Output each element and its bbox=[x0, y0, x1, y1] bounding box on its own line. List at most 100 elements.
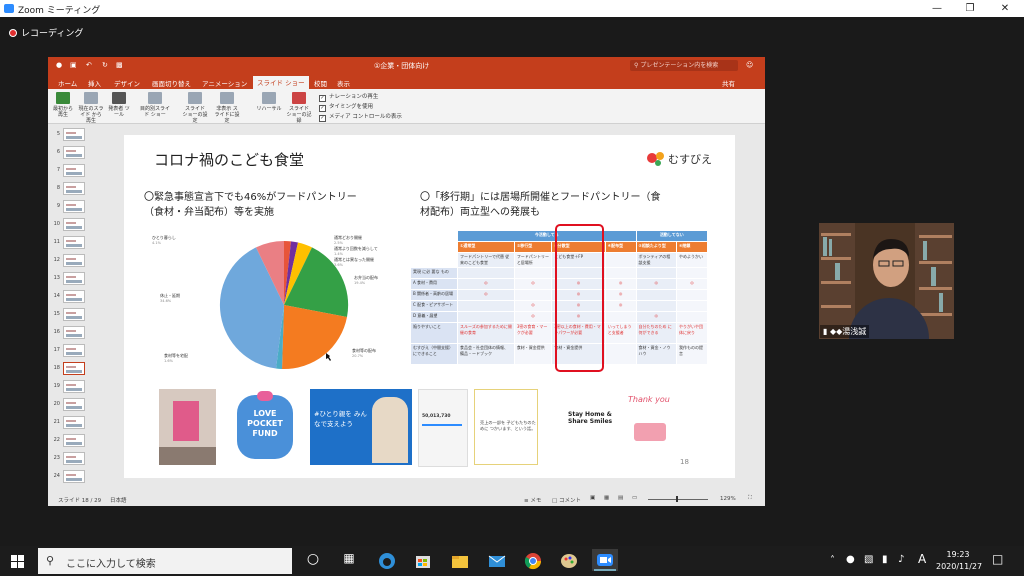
normal-view-icon[interactable]: ▣ bbox=[590, 495, 595, 501]
table-col-header: ②移行型 bbox=[513, 241, 553, 253]
slideshow-view-icon[interactable]: ▭ bbox=[632, 495, 637, 501]
microphone-icon[interactable]: ● bbox=[846, 554, 855, 565]
zoom-taskbar-icon[interactable] bbox=[592, 549, 618, 571]
slide-thumbnail[interactable]: 11 bbox=[52, 236, 86, 250]
slide-thumbnail[interactable]: 17 bbox=[52, 344, 86, 358]
table-col-sub: フードパントリーと居場所 bbox=[513, 252, 553, 268]
slide-thumbnail[interactable]: 9 bbox=[52, 200, 86, 214]
rehearse-button[interactable]: リハーサル bbox=[256, 92, 282, 112]
slide-thumbnail[interactable]: 12 bbox=[52, 254, 86, 268]
participant-video[interactable] bbox=[819, 223, 954, 339]
tray-chevron-icon[interactable]: ˄ bbox=[830, 555, 835, 566]
thumbnail-number: 20 bbox=[53, 401, 60, 407]
slide-thumbnail[interactable]: 10 bbox=[52, 218, 86, 232]
tab-review[interactable]: 校閲 bbox=[310, 77, 331, 89]
minimize-button[interactable]: — bbox=[925, 1, 949, 16]
tab-view[interactable]: 表示 bbox=[333, 77, 354, 89]
right-heading-line1: 〇「移行期」には居場所開催とフードパントリー（食 bbox=[420, 192, 661, 203]
table-col-sub bbox=[604, 252, 637, 268]
ppt-search-box[interactable]: ⚲ プレゼンテーション内を検索 bbox=[630, 60, 738, 71]
save-icon[interactable]: ▣ bbox=[70, 61, 77, 69]
thumbnail-preview bbox=[63, 326, 85, 339]
undo-icon[interactable]: ↶ bbox=[86, 61, 92, 69]
reading-view-icon[interactable]: ▤ bbox=[618, 495, 623, 501]
play-from-start-button[interactable]: 最初から 再生 bbox=[50, 92, 76, 118]
cortana-icon[interactable]: ○ bbox=[302, 551, 324, 571]
poster-frame bbox=[173, 401, 199, 441]
table-cell: ◎ bbox=[457, 278, 515, 290]
slide-thumbnail[interactable]: 19 bbox=[52, 380, 86, 394]
redo-icon[interactable]: ↻ bbox=[102, 61, 108, 69]
timings-checkbox[interactable]: ✓ タイミングを使用 bbox=[319, 102, 373, 112]
pie-label: 通常どおり開催 2.5% bbox=[334, 235, 362, 245]
battery-icon[interactable]: ▮ bbox=[882, 554, 888, 565]
zoom-slider-thumb[interactable] bbox=[676, 496, 678, 502]
tab-transitions[interactable]: 画面切り替え bbox=[148, 77, 195, 89]
fit-slide-icon[interactable]: ⛶ bbox=[748, 495, 752, 502]
slide-thumbnail[interactable]: 18 bbox=[52, 362, 86, 376]
table-cell bbox=[635, 289, 678, 301]
heart-icon bbox=[257, 391, 273, 401]
play-current-button[interactable]: 現在のスライド から再生 bbox=[78, 92, 104, 124]
share-button[interactable]: 共有 bbox=[718, 77, 739, 89]
slide-thumbnail[interactable]: 21 bbox=[52, 416, 86, 430]
slide-thumbnail[interactable]: 23 bbox=[52, 452, 86, 466]
comments-button[interactable]: □ コメント bbox=[552, 496, 581, 504]
slide-thumbnail[interactable]: 8 bbox=[52, 182, 86, 196]
file-explorer-icon[interactable] bbox=[449, 551, 471, 571]
restore-button[interactable]: ❐ bbox=[958, 1, 982, 16]
comments-label: コメント bbox=[558, 498, 581, 504]
tab-animations[interactable]: アニメーション bbox=[198, 77, 251, 89]
ime-indicator[interactable]: A bbox=[918, 552, 926, 566]
narration-checkbox[interactable]: ✓ ナレーションの再生 bbox=[319, 92, 378, 102]
chrome-icon[interactable] bbox=[522, 551, 544, 571]
paint-icon[interactable] bbox=[558, 551, 580, 571]
stay-home-card: Stay Home & Share Smiles bbox=[564, 389, 620, 465]
tab-home[interactable]: ホーム bbox=[54, 77, 81, 89]
task-view-icon[interactable]: ▦ bbox=[338, 551, 360, 571]
edge-icon[interactable] bbox=[376, 551, 398, 571]
volume-icon[interactable]: ♪ bbox=[898, 554, 904, 565]
windows-start-icon[interactable] bbox=[8, 551, 28, 571]
presenter-tools-button[interactable]: 発表者 ツール bbox=[106, 92, 132, 118]
stay-home-text: Stay Home & Share Smiles bbox=[568, 411, 613, 425]
mail-icon[interactable] bbox=[486, 551, 508, 571]
custom-show-button[interactable]: 目的別スライド ショー bbox=[138, 92, 172, 118]
slide-thumbnail[interactable]: 13 bbox=[52, 272, 86, 286]
table-corner bbox=[409, 252, 459, 268]
notification-icon[interactable]: □ bbox=[992, 552, 1003, 566]
present-icon[interactable]: ▩ bbox=[116, 61, 123, 69]
taskbar-clock[interactable]: 19:23 2020/11/27 bbox=[936, 549, 982, 573]
slide-thumbnail[interactable]: 15 bbox=[52, 308, 86, 322]
sorter-view-icon[interactable]: ▦ bbox=[604, 495, 609, 501]
media-controls-checkbox[interactable]: ✓ メディア コントロールの表示 bbox=[319, 112, 402, 122]
slide-thumbnail[interactable]: 24 bbox=[52, 470, 86, 484]
setup-show-button[interactable]: スライド ショーの設定 bbox=[182, 92, 208, 124]
autosave-icon[interactable]: ● bbox=[56, 61, 62, 69]
slide-thumbnail[interactable]: 6 bbox=[52, 146, 86, 160]
language-indicator[interactable]: 日本語 bbox=[110, 496, 127, 504]
zoom-slider[interactable] bbox=[648, 499, 708, 500]
record-show-button[interactable]: スライド ショーの記録 bbox=[286, 92, 312, 124]
network-icon[interactable]: ▧ bbox=[864, 554, 873, 565]
zoom-window-title: Zoom ミーティング bbox=[18, 6, 101, 16]
taskbar-search[interactable]: ⚲ ここに入力して検索 bbox=[38, 548, 292, 574]
zoom-level[interactable]: 129% bbox=[720, 496, 736, 502]
slide-thumbnail[interactable]: 22 bbox=[52, 434, 86, 448]
store-icon[interactable] bbox=[412, 551, 434, 571]
tab-slideshow[interactable]: スライド ショー bbox=[253, 76, 309, 90]
tab-design[interactable]: デザイン bbox=[110, 77, 144, 89]
pie-label: ひとり暮らし 4.1% bbox=[152, 235, 176, 245]
notes-label: メモ bbox=[530, 498, 542, 504]
close-button[interactable]: ✕ bbox=[993, 1, 1017, 16]
table-cell: ◎ bbox=[604, 289, 637, 301]
slide-thumbnail[interactable]: 5 bbox=[52, 128, 86, 142]
slide-thumbnail[interactable]: 20 bbox=[52, 398, 86, 412]
slide-thumbnail[interactable]: 16 bbox=[52, 326, 86, 340]
slide-thumbnail[interactable]: 14 bbox=[52, 290, 86, 304]
tab-insert[interactable]: 挿入 bbox=[84, 77, 105, 89]
account-icon[interactable]: ☺ bbox=[746, 61, 753, 69]
slide-thumbnail[interactable]: 7 bbox=[52, 164, 86, 178]
hide-slide-button[interactable]: 非表示 スライドに設定 bbox=[214, 92, 240, 124]
notes-button[interactable]: ≡ メモ bbox=[524, 496, 541, 504]
